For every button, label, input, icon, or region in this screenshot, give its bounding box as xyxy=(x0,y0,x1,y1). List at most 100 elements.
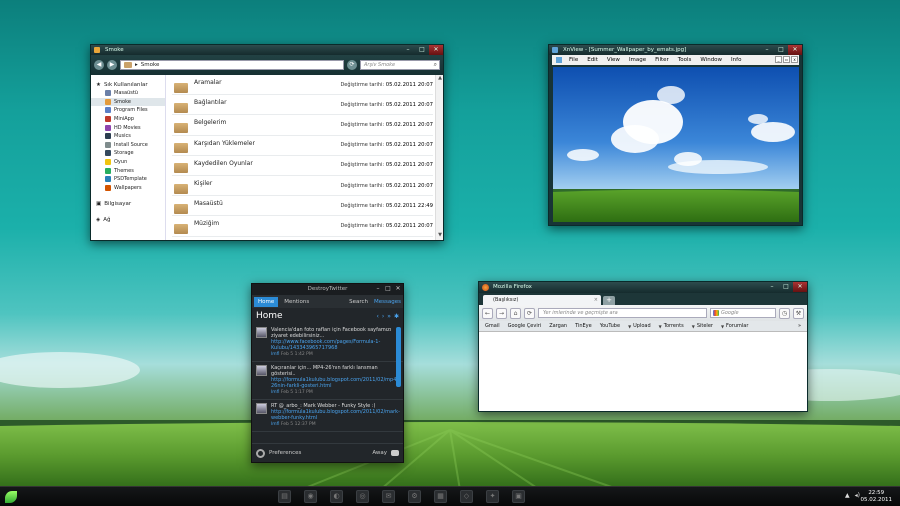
search-icon[interactable]: ⌕ xyxy=(434,61,437,69)
maximize-button[interactable]: □ xyxy=(415,45,429,55)
chevron-left-icon[interactable]: ‹ xyxy=(376,313,378,320)
url-bar[interactable]: Yer imlerinde ve geçmişte ara xyxy=(538,308,707,318)
start-button[interactable] xyxy=(5,491,17,503)
doc-close-button[interactable]: x xyxy=(791,56,798,63)
address-bar[interactable]: ▸ Smoke xyxy=(120,60,344,70)
file-row[interactable]: Aramalar Değiştirme tarihi: 05.02.2011 20… xyxy=(172,75,433,96)
tweet-user[interactable]: lmfl xyxy=(271,352,279,357)
taskbar-app-icon[interactable]: ◇ xyxy=(460,490,473,503)
google-icon[interactable] xyxy=(713,310,719,316)
file-row[interactable]: Müziğim Değiştirme tarihi: 05.02.2011 20:… xyxy=(172,216,433,237)
explorer-window[interactable]: Smoke – □ ✕ ◀ ▶ ▸ Smoke ⟳ Arşiv Smoke ⌕ … xyxy=(90,44,444,241)
bookmark-link[interactable]: Zargan xyxy=(549,323,567,329)
file-row[interactable]: Masaüstü Değiştirme tarihi: 05.02.2011 22… xyxy=(172,196,433,217)
volume-icon[interactable]: ◂) xyxy=(855,492,860,499)
twitter-client-window[interactable]: DestroyTwitter – □ ✕ Home Mentions Searc… xyxy=(251,283,404,463)
avatar[interactable] xyxy=(256,365,267,376)
sidebar-item[interactable]: Wallpapers xyxy=(91,184,165,193)
gear-icon[interactable] xyxy=(256,448,265,458)
history-icon[interactable]: ◷ xyxy=(779,307,790,319)
firefox-window[interactable]: Mozilla Firefox – □ ✕ (Başlıksız) × + ← … xyxy=(478,281,808,412)
avatar[interactable] xyxy=(256,403,267,414)
sidebar-item[interactable]: MiniApp xyxy=(91,115,165,124)
taskbar-picture-icon[interactable]: ▦ xyxy=(434,490,447,503)
maximize-button[interactable]: □ xyxy=(774,45,788,55)
file-row[interactable]: Kaydedilen Oyunlar Değiştirme tarihi: 05.… xyxy=(172,156,433,176)
menu-item[interactable]: Filter xyxy=(655,57,669,63)
scroll-up-icon[interactable]: ▲ xyxy=(436,75,444,83)
new-tab-button[interactable]: + xyxy=(603,296,615,305)
taskbar-explorer-icon[interactable]: ▤ xyxy=(278,490,291,503)
tweet-link[interactable]: http://formula1kulubu.blogspot.com/2011/… xyxy=(271,409,400,421)
tweet[interactable]: Kaçıranlar için... MP4-26'nın farklı lan… xyxy=(252,362,403,400)
file-row[interactable]: Karşıdan Yüklemeler Değiştirme tarihi: 05… xyxy=(172,136,433,156)
tweet[interactable]: RT @_arbo_: Mark Webber - Funky Style :)… xyxy=(252,400,403,432)
file-row[interactable]: Bağlantılar Değiştirme tarihi: 05.02.2011… xyxy=(172,95,433,116)
back-button[interactable]: ← xyxy=(482,307,493,319)
taskbar-folder-icon[interactable]: ▣ xyxy=(512,490,525,503)
xnview-titlebar[interactable]: XnView - [Summer_Wallpaper_by_emats.jpg]… xyxy=(549,45,802,55)
tab-search[interactable]: Search xyxy=(349,299,368,305)
scroll-down-icon[interactable]: ▼ xyxy=(436,232,444,240)
sidebar-item[interactable]: Masaüstü xyxy=(91,89,165,98)
search-input[interactable]: Arşiv Smoke ⌕ xyxy=(360,60,440,70)
menu-item[interactable]: Info xyxy=(731,57,741,63)
explorer-titlebar[interactable]: Smoke – □ ✕ xyxy=(91,45,443,55)
bookmark-folder[interactable]: ▼ Upload xyxy=(628,323,651,329)
minimize-button[interactable]: – xyxy=(401,45,415,55)
double-chevron-icon[interactable]: » xyxy=(387,313,391,320)
tweet[interactable]: Valencia'dan foto rafları için Facebook … xyxy=(252,324,403,362)
menu-item[interactable]: File xyxy=(569,57,578,63)
bookmark-link[interactable]: Google Çeviri xyxy=(508,323,542,329)
vertical-scrollbar[interactable]: ▲ ▼ xyxy=(435,75,443,240)
twitter-titlebar[interactable]: DestroyTwitter – □ ✕ xyxy=(252,284,403,295)
sidebar-item[interactable]: Oyun xyxy=(91,158,165,167)
tools-icon[interactable]: ⚒ xyxy=(793,307,804,319)
sidebar-computer[interactable]: ▣ Bilgisayar xyxy=(91,200,165,208)
minimize-button[interactable]: – xyxy=(760,45,774,55)
tab-mentions[interactable]: Mentions xyxy=(284,299,309,305)
firefox-titlebar[interactable]: Mozilla Firefox – □ ✕ xyxy=(479,282,807,293)
menu-item[interactable]: Tools xyxy=(678,57,692,63)
sidebar-item[interactable]: Smoke xyxy=(91,97,165,107)
taskbar-tools-icon[interactable]: ⚙ xyxy=(408,490,421,503)
tweet-link[interactable]: http://www.facebook.com/pages/Formula-1-… xyxy=(271,339,380,351)
sidebar-favorites[interactable]: ★ Sık Kullanılanlar xyxy=(91,81,165,89)
bookmark-folder[interactable]: ▼ Torrents xyxy=(659,323,684,329)
status-label[interactable]: Away xyxy=(372,450,387,456)
back-button[interactable]: ◀ xyxy=(94,60,104,70)
taskbar-mail-icon[interactable]: ✉ xyxy=(382,490,395,503)
sidebar-item[interactable]: Musics xyxy=(91,132,165,141)
sidebar-item[interactable]: PSDTemplate xyxy=(91,175,165,184)
sidebar-item[interactable]: Themes xyxy=(91,166,165,175)
menu-item[interactable]: Window xyxy=(700,57,722,63)
tweet-user[interactable]: lmfl xyxy=(271,390,279,395)
tweet-user[interactable]: lmfl xyxy=(271,422,279,427)
sidebar-item[interactable]: Program Files xyxy=(91,106,165,115)
preferences-link[interactable]: Preferences xyxy=(269,450,301,456)
refresh-button[interactable]: ⟳ xyxy=(347,60,357,70)
close-button[interactable]: ✕ xyxy=(429,45,443,55)
taskbar-firefox-icon[interactable]: ◐ xyxy=(330,490,343,503)
sidebar-item[interactable]: Storage xyxy=(91,149,165,158)
maximize-button[interactable]: □ xyxy=(779,282,793,292)
chevron-right-icon[interactable]: › xyxy=(382,313,384,320)
search-input[interactable]: Google xyxy=(710,308,776,318)
doc-restore-button[interactable]: ▫ xyxy=(783,56,790,63)
bookmark-link[interactable]: TinEye xyxy=(575,323,592,329)
menu-item[interactable]: Image xyxy=(629,57,646,63)
doc-minimize-button[interactable]: _ xyxy=(775,56,782,63)
reload-button[interactable]: ⟳ xyxy=(524,307,535,319)
more-bookmarks-icon[interactable]: » xyxy=(798,323,807,329)
tweet-link[interactable]: http://formula1kulubu.blogspot.com/2011/… xyxy=(271,377,398,389)
timeline-scrollbar[interactable] xyxy=(396,327,401,387)
tab-messages[interactable]: Messages xyxy=(374,299,403,305)
clock[interactable]: 22:59 05.02.2011 xyxy=(861,490,893,504)
tab-home[interactable]: Home xyxy=(254,296,279,307)
bookmark-link[interactable]: Gmail xyxy=(485,323,500,329)
forward-button[interactable]: → xyxy=(496,307,507,319)
xnview-window[interactable]: XnView - [Summer_Wallpaper_by_emats.jpg]… xyxy=(548,44,803,226)
file-row[interactable]: Kişiler Değiştirme tarihi: 05.02.2011 20:… xyxy=(172,176,433,197)
file-row[interactable]: Belgelerim Değiştirme tarihi: 05.02.2011 … xyxy=(172,115,433,136)
bookmark-folder[interactable]: ▼ Siteler xyxy=(692,323,713,329)
